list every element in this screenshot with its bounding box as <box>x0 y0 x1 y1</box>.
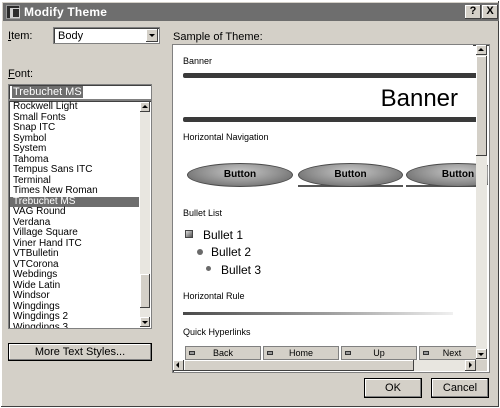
font-list-item[interactable]: Tempus Sans ITC <box>10 164 139 176</box>
bullet-1: Bullet 1 <box>203 228 244 242</box>
font-list-item[interactable]: System <box>10 143 139 155</box>
quick-link-next-label: Next <box>442 348 462 358</box>
quick-hyperlinks-label: Quick Hyperlinks <box>183 327 251 337</box>
arrow-down-icon <box>142 321 148 324</box>
quick-link-up-label: Up <box>373 348 385 358</box>
arrow-down-icon <box>478 353 484 356</box>
bullet-3: Bullet 3 <box>221 263 262 277</box>
font-list-item[interactable]: VAG Round <box>10 206 139 218</box>
scroll-corner <box>476 360 487 371</box>
bullet-list-label: Bullet List <box>183 208 223 218</box>
nav-button-2[interactable]: Button <box>298 163 403 187</box>
more-text-styles-button[interactable]: More Text Styles... <box>8 343 152 361</box>
dialog-title: Modify Theme <box>24 5 108 19</box>
theme-preview: Banner Banner Horizontal Navigation Butt… <box>173 45 488 371</box>
preview-scroll-down-button[interactable] <box>476 349 487 359</box>
item-label: Item: <box>8 30 33 42</box>
app-icon <box>6 5 20 19</box>
arrow-left-icon <box>176 362 179 368</box>
item-dropdown-button[interactable] <box>146 29 158 42</box>
horizontal-rule <box>183 312 453 315</box>
more-text-styles-label: More Text Styles... <box>34 346 126 358</box>
font-list-item[interactable]: Village Square <box>10 227 139 239</box>
quick-link-home-label: Home <box>288 348 313 358</box>
scroll-up-button[interactable] <box>140 102 150 112</box>
banner-text: Banner <box>380 85 458 112</box>
arrow-up-icon <box>142 105 148 108</box>
font-list-item[interactable]: Times New Roman <box>10 185 139 197</box>
font-list-item[interactable]: Rockwell Light <box>10 101 139 113</box>
link-bullet-icon <box>345 351 351 355</box>
preview-scroll-left-button[interactable] <box>173 360 184 371</box>
title-bar: Modify Theme ? X <box>3 3 499 21</box>
bullet-square-icon <box>185 230 193 238</box>
chevron-down-icon <box>149 34 155 37</box>
font-list-item[interactable]: Windsor <box>10 290 139 302</box>
bullet-2: Bullet 2 <box>211 245 252 259</box>
bullet-dot-icon <box>197 249 203 255</box>
modify-theme-dialog: Modify Theme ? X Item: Body Font: Trebuc… <box>0 0 500 408</box>
close-button[interactable]: X <box>482 5 498 19</box>
font-list-item[interactable]: Snap ITC <box>10 122 139 134</box>
ok-button[interactable]: OK <box>364 378 422 398</box>
preview-scroll-up-button[interactable] <box>476 45 487 55</box>
banner-bottom-rule <box>183 117 479 122</box>
item-select[interactable]: Body <box>53 27 160 44</box>
font-list-item[interactable]: Wingdings 3 <box>10 322 139 328</box>
preview-hscroll-thumb[interactable] <box>184 360 414 371</box>
horizontal-navigation-label: Horizontal Navigation <box>183 132 269 142</box>
font-input[interactable]: Trebuchet MS <box>8 84 152 100</box>
quick-link-home[interactable]: Home <box>263 346 339 360</box>
font-label: Font: <box>8 68 34 80</box>
arrow-right-icon <box>469 362 472 368</box>
quick-link-back[interactable]: Back <box>185 346 261 360</box>
horizontal-rule-label: Horizontal Rule <box>183 291 245 301</box>
preview-vertical-scrollbar[interactable] <box>476 45 487 360</box>
font-list-scrollbar[interactable] <box>140 102 150 327</box>
preview-vscroll-thumb[interactable] <box>476 56 487 156</box>
banner-label: Banner <box>183 56 213 66</box>
font-list-item[interactable]: VTBulletin <box>10 248 139 260</box>
help-button[interactable]: ? <box>465 5 481 19</box>
preview-scroll-right-button[interactable] <box>465 360 476 371</box>
link-bullet-icon <box>423 351 429 355</box>
ok-label: OK <box>385 382 401 394</box>
font-list[interactable]: Rockwell Light Small Fonts Snap ITC Symbol S… <box>8 100 152 329</box>
sample-label: Sample of Theme: <box>173 31 263 43</box>
cancel-label: Cancel <box>442 382 478 394</box>
preview-horizontal-scrollbar[interactable] <box>173 360 476 371</box>
arrow-up-icon <box>478 48 484 51</box>
banner-top-rule <box>183 73 479 78</box>
font-input-value: Trebuchet MS <box>12 86 83 98</box>
bullet-dot-small-icon <box>206 266 211 271</box>
font-list-item[interactable]: Webdings <box>10 269 139 281</box>
quick-link-up[interactable]: Up <box>341 346 417 360</box>
link-bullet-icon <box>189 351 195 355</box>
nav-button-1[interactable]: Button <box>187 163 293 187</box>
cancel-button[interactable]: Cancel <box>431 378 489 398</box>
item-select-value: Body <box>58 30 84 42</box>
scroll-thumb[interactable] <box>140 274 150 308</box>
quick-link-back-label: Back <box>212 348 233 358</box>
scroll-down-button[interactable] <box>140 317 150 327</box>
font-list-item[interactable]: Wingdings 2 <box>10 311 139 323</box>
link-bullet-icon <box>267 351 273 355</box>
